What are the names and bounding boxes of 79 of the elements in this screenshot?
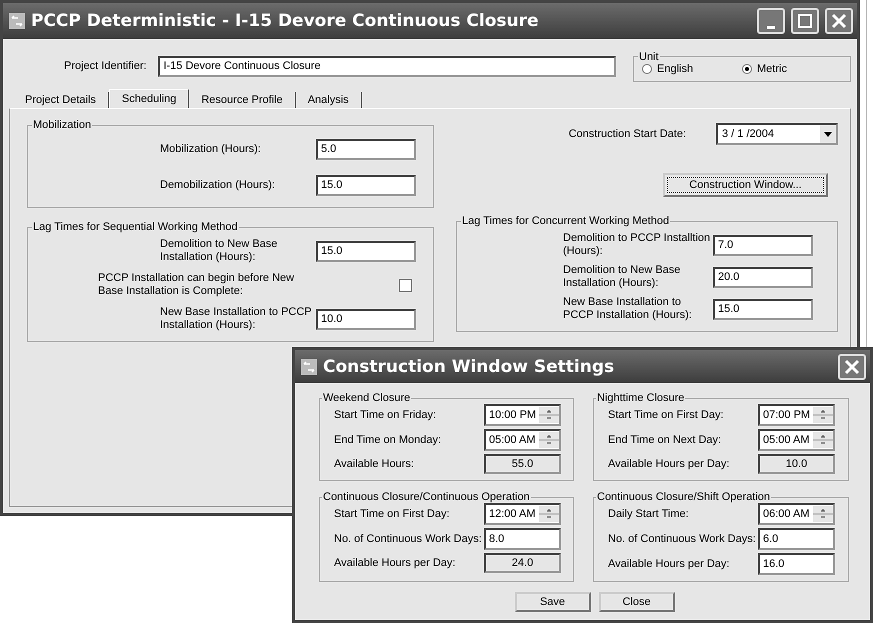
field-label: Available Hours:: [334, 458, 415, 470]
radio-button[interactable]: [742, 64, 752, 74]
field-label: Available Hours per Day:: [334, 557, 456, 569]
input-field[interactable]: 16.0: [758, 553, 835, 575]
spin-arrows-icon[interactable]: [539, 407, 559, 423]
tab[interactable]: Scheduling: [108, 89, 190, 108]
close-icon: [844, 358, 860, 374]
field-label: Available Hours per Day:: [608, 458, 730, 470]
checkbox[interactable]: [399, 278, 412, 292]
input-field[interactable]: 15.0: [316, 174, 416, 196]
minimize-button[interactable]: [757, 8, 785, 34]
field-label: Start Time on First Day:: [334, 508, 451, 520]
window-title: Construction Window Settings: [323, 356, 616, 376]
time-spinner[interactable]: 05:00 AM: [484, 429, 561, 451]
field-label: End Time on Next Day:: [608, 434, 722, 446]
field-label: Start Time on First Day:: [608, 409, 725, 421]
field-label: Demolition to New Base Installation (Hours):: [563, 264, 682, 290]
app-icon: [301, 358, 317, 374]
field-label: Demolition to PCCP Installtion (Hours):: [563, 232, 712, 258]
group-title: Continuous Closure/Continuous Operation: [322, 491, 531, 503]
field-label: Daily Start Time:: [608, 508, 690, 520]
app-icon: [9, 13, 25, 29]
field-label: Available Hours per Day:: [608, 558, 730, 570]
readonly-field: 10.0: [758, 454, 835, 474]
radio-option[interactable]: Metric: [742, 62, 842, 74]
group-title: Lag Times for Concurrent Working Method: [461, 215, 670, 227]
group-title: Lag Times for Sequential Working Method: [32, 221, 239, 233]
time-spinner[interactable]: 10:00 PM: [484, 404, 561, 426]
group-title: Unit: [638, 50, 660, 62]
input-field[interactable]: 5.0: [316, 138, 416, 160]
input-field[interactable]: 8.0: [484, 528, 561, 550]
group-title: Nighttime Closure: [596, 392, 686, 404]
field-label: No. of Continuous Work Days:: [334, 533, 483, 545]
field-label: End Time on Monday:: [334, 434, 442, 446]
field-label: New Base Installation to PCCP Installation (Hours):: [160, 306, 312, 332]
radio-option[interactable]: English: [642, 62, 742, 74]
maximize-icon: [797, 13, 813, 29]
readonly-field: 24.0: [484, 553, 561, 573]
field-label: Mobilization (Hours):: [160, 142, 262, 156]
field-label: New Base Installation to PCCP Installation (Hours):: [563, 296, 693, 322]
input-field[interactable]: I-15 Devore Continuous Closure: [158, 56, 616, 76]
field-label: Construction Start Date:: [568, 128, 686, 140]
field-label: Demobilization (Hours):: [160, 178, 276, 192]
dialog-button[interactable]: Close: [598, 592, 674, 612]
input-field[interactable]: 6.0: [758, 528, 835, 550]
time-spinner[interactable]: 12:00 AM: [484, 503, 561, 525]
spin-arrows-icon[interactable]: [539, 506, 559, 522]
spin-arrows-icon[interactable]: [813, 407, 833, 423]
input-field[interactable]: 20.0: [713, 266, 813, 288]
time-spinner[interactable]: 06:00 AM: [758, 503, 835, 525]
field-label: Demolition to New Base Installation (Hours):: [160, 238, 278, 264]
date-dropdown[interactable]: 3 / 1 /2004: [716, 123, 838, 145]
spin-arrows-icon[interactable]: [539, 432, 559, 448]
close-icon: [831, 13, 847, 29]
close-button[interactable]: [838, 354, 866, 380]
field-label: Start Time on Friday:: [334, 409, 438, 421]
input-field[interactable]: 10.0: [316, 308, 416, 330]
time-spinner[interactable]: 07:00 PM: [758, 404, 835, 426]
close-button[interactable]: [825, 8, 853, 34]
input-field[interactable]: 15.0: [713, 298, 813, 320]
window-title: PCCP Deterministic - I-15 Devore Continuous Closure: [31, 11, 540, 31]
input-field[interactable]: 7.0: [713, 234, 813, 256]
time-spinner[interactable]: 05:00 AM: [758, 429, 835, 451]
spin-arrows-icon[interactable]: [813, 432, 833, 448]
field-label: Project Identifier:: [64, 60, 148, 72]
dialog-button[interactable]: Save: [514, 592, 590, 612]
group-title: Mobilization: [32, 119, 92, 131]
readonly-field: 55.0: [484, 454, 561, 474]
maximize-button[interactable]: [791, 8, 819, 34]
tab[interactable]: Analysis: [296, 92, 362, 108]
input-field[interactable]: 15.0: [316, 240, 416, 262]
construction-window-button[interactable]: Construction Window...: [663, 173, 828, 197]
spin-arrows-icon[interactable]: [813, 506, 833, 522]
checkbox-label: PCCP Installation can begin before New Base Installation is Complete:: [98, 272, 296, 298]
group-title: Continuous Closure/Shift Operation: [596, 491, 772, 503]
radio-button[interactable]: [642, 64, 652, 74]
group-title: Weekend Closure: [322, 392, 412, 404]
field-label: No. of Continuous Work Days:: [608, 533, 757, 545]
minimize-icon: [767, 26, 775, 28]
